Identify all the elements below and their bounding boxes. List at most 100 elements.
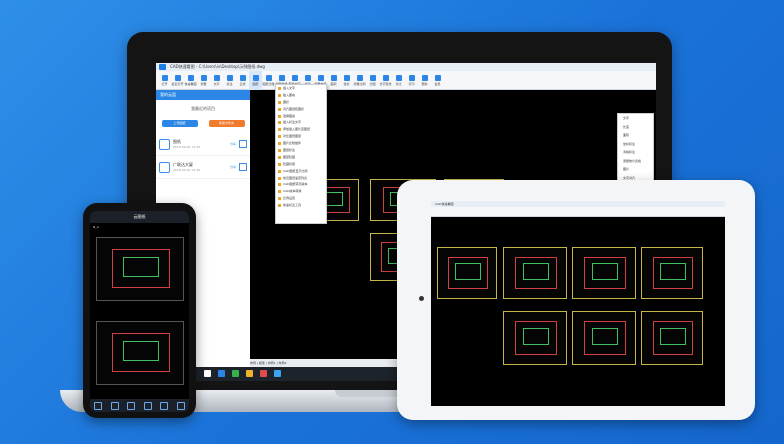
panel-item[interactable]: 图片 <box>618 165 653 174</box>
toolbar-button[interactable]: 测量比例 <box>353 71 366 90</box>
toolbar-button[interactable]: 会员 <box>431 71 444 90</box>
toolbar-button[interactable]: 分图 <box>366 71 379 90</box>
menu-item[interactable]: 图标 <box>276 99 326 106</box>
cad-drawing[interactable] <box>572 247 636 299</box>
panel-item[interactable]: 面积 <box>618 131 653 140</box>
tablet-toolbar <box>431 207 725 217</box>
menu-item[interactable]: 比例设置 <box>276 195 326 202</box>
tool-icon <box>434 75 441 81</box>
toolbar-button[interactable]: 云线 <box>236 71 249 90</box>
cad-drawing[interactable] <box>641 247 703 299</box>
toolbar-button[interactable]: 面积 <box>327 71 340 90</box>
menu-item[interactable]: 插入标注文字 <box>276 119 326 126</box>
tablet-screen: CAD快速看图 <box>431 201 725 406</box>
phone-bottom-toolbar <box>90 399 189 412</box>
toolbar-label: 分图 <box>369 82 376 86</box>
toolbar-label: 打开 <box>161 82 168 86</box>
toolbar-label: 对比 <box>395 82 402 86</box>
toolbar-button[interactable]: 打开 <box>158 71 171 90</box>
taskbar-app-icon[interactable] <box>218 370 225 377</box>
cad-drawing[interactable] <box>641 311 703 365</box>
panel-item[interactable]: 长度 <box>618 123 653 132</box>
search-icon[interactable] <box>127 401 136 410</box>
toolbar-button[interactable]: 图层 <box>249 71 262 90</box>
share-link[interactable]: 分享 <box>230 165 236 169</box>
upload-button[interactable]: 上传图纸 <box>161 120 198 127</box>
toolbar-button[interactable]: 文字查找 <box>379 71 392 90</box>
start-icon[interactable] <box>204 370 211 377</box>
cad-drawing[interactable] <box>437 247 497 299</box>
copy-icon[interactable] <box>160 401 169 410</box>
tool-icon <box>174 75 181 81</box>
share-link[interactable]: 分享 <box>230 142 236 146</box>
tool-icon <box>395 75 402 81</box>
menu-item[interactable]: 选择图案 <box>276 113 326 120</box>
toolbar-button[interactable]: 图纸比较 <box>262 71 275 90</box>
file-item[interactable]: 图纸 2018-09-20 12:36 分享 <box>156 133 250 156</box>
menu-item[interactable]: 对比图纸图层 <box>276 133 326 140</box>
menu-item[interactable]: 对齐图纸和图标 <box>276 106 326 113</box>
panel-item[interactable]: 文字 <box>618 114 653 123</box>
tool-icon <box>291 75 298 81</box>
file-item[interactable]: 广联达大厦 2018-09-20 12:36 分享 <box>156 156 250 179</box>
new-folder-button[interactable]: 新建文件夹 <box>208 120 245 127</box>
menu-item[interactable]: 快速标注工具 <box>276 202 326 209</box>
share-icon[interactable] <box>239 140 247 148</box>
app-logo-icon <box>159 64 166 70</box>
tool-icon <box>330 75 337 81</box>
menu-item[interactable]: 图片比较插件 <box>276 140 326 147</box>
window-titlebar: CAD快速看图 - C:\Users\iv\Desktop\示例图纸.dwg <box>156 63 656 71</box>
gear-icon[interactable] <box>176 401 185 410</box>
measure-icon[interactable] <box>110 401 119 410</box>
toolbar-button[interactable]: 坐标 <box>340 71 353 90</box>
file-meta: 2018-09-20 12:36 <box>173 145 201 149</box>
menu-item[interactable]: 图层隐藏 <box>276 154 326 161</box>
sidebar-title: 我最近的项目 <box>191 106 215 111</box>
menu-item[interactable]: 添加插入图片至图纸 <box>276 126 326 133</box>
tool-icon <box>304 75 311 81</box>
toolbar-label: 快速看图 <box>184 82 197 86</box>
measure-panel: 文字 长度 面积 坐标标注 清除标注 测量统计表格 图片 文字对齐 <box>617 113 654 185</box>
tool-icon <box>369 75 376 81</box>
toolbar-button[interactable]: 测量 <box>197 71 210 90</box>
tool-icon <box>317 75 324 81</box>
toolbar-button[interactable]: 标注 <box>223 71 236 90</box>
cad-drawing[interactable] <box>503 247 567 299</box>
taskbar-app-icon[interactable] <box>260 370 267 377</box>
taskbar-app-icon[interactable] <box>246 370 253 377</box>
toolbar-button[interactable]: 文字 <box>210 71 223 90</box>
folder-icon <box>159 161 170 173</box>
tool-icon <box>239 75 246 81</box>
panel-item[interactable]: 坐标标注 <box>618 140 653 149</box>
toolbar-button[interactable]: 打印 <box>405 71 418 90</box>
menu-item[interactable]: 插入文字 <box>276 85 326 92</box>
cad-drawing[interactable] <box>96 237 184 301</box>
toolbar-label: 打印 <box>408 82 415 86</box>
panel-item[interactable]: 测量统计表格 <box>618 157 653 166</box>
taskbar-app-icon[interactable] <box>232 370 239 377</box>
main-toolbar: 打开最近打开快速看图测量文字标注云线图层图纸比较编辑模式查找文字文字测量长度面积… <box>156 71 656 90</box>
toolbar-label: 测量比例 <box>353 82 366 86</box>
toolbar-button[interactable]: 帮助 <box>418 71 431 90</box>
cad-drawing[interactable] <box>503 311 567 365</box>
tool-icon <box>213 75 220 81</box>
cad-drawing[interactable] <box>572 311 636 365</box>
toolbar-button[interactable]: 快速看图 <box>184 71 197 90</box>
menu-item[interactable]: CAD图纸显示比例 <box>276 168 326 175</box>
edit-icon[interactable] <box>94 401 103 410</box>
taskbar-app-icon[interactable] <box>274 370 281 377</box>
toolbar-label: 文字查找 <box>379 82 392 86</box>
menu-item[interactable]: 隐藏标题 <box>276 161 326 168</box>
menu-item[interactable]: CAD版本转换 <box>276 188 326 195</box>
menu-item[interactable]: 插入图块 <box>276 92 326 99</box>
toolbar-button[interactable]: 对比 <box>392 71 405 90</box>
panel-item[interactable]: 清除标注 <box>618 148 653 157</box>
cad-drawing[interactable] <box>96 321 184 385</box>
menu-item[interactable]: 常见图纸速查列表 <box>276 175 326 182</box>
menu-item[interactable]: CAD图纸转高版本 <box>276 181 326 188</box>
share-icon[interactable] <box>239 163 247 171</box>
toolbar-button[interactable]: 最近打开 <box>171 71 184 90</box>
tablet-camera <box>419 296 424 301</box>
menu-item[interactable]: 图层标注 <box>276 147 326 154</box>
layer-icon[interactable] <box>143 401 152 410</box>
